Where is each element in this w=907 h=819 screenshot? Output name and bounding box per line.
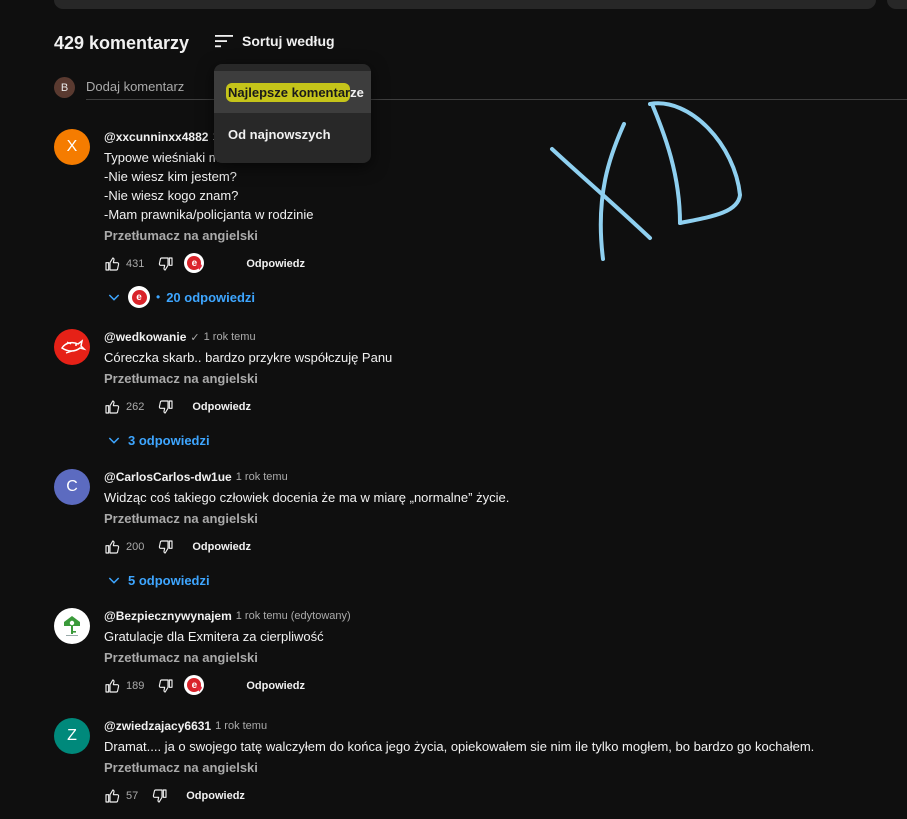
replies-count: 5 odpowiedzi (128, 572, 210, 588)
comment-author[interactable]: @wedkowanie (104, 330, 186, 344)
dislike-icon[interactable] (158, 256, 174, 272)
replies-count: 3 odpowiedzi (128, 432, 210, 448)
fish-logo-icon (60, 339, 87, 354)
creator-avatar-letter: e (131, 289, 147, 305)
highlighted-text: Najlepsze komentar (226, 82, 351, 102)
house-key-logo-icon (64, 616, 80, 636)
comment-avatar[interactable]: C (54, 469, 90, 505)
search-bar-remnant (54, 0, 876, 9)
like-count: 189 (126, 680, 145, 692)
add-comment-input[interactable]: Dodaj komentarz (86, 79, 184, 94)
verified-icon: ✓ (190, 331, 200, 344)
dislike-icon[interactable] (158, 399, 174, 415)
comment-text: Widząc coś takiego człowiek docenia że m… (104, 490, 510, 505)
comment-time[interactable]: 1 rok temu (215, 720, 267, 732)
reply-button[interactable]: Odpowiedz (192, 401, 251, 413)
sort-option-top-comments[interactable]: Najlepsze komentar ze (214, 71, 371, 113)
reply-button[interactable]: Odpowiedz (246, 258, 305, 270)
reply-button[interactable]: Odpowiedz (186, 790, 245, 802)
top-right-button-remnant (887, 0, 907, 9)
dislike-icon[interactable] (158, 678, 174, 694)
current-user-avatar: B (54, 77, 75, 98)
comment-author[interactable]: @Bezpiecznywynajem (104, 609, 232, 623)
like-icon[interactable] (104, 539, 120, 555)
reply-button[interactable]: Odpowiedz (192, 541, 251, 553)
view-replies-button[interactable]: 3 odpowiedzi (106, 429, 864, 451)
comments-count: 429 komentarzy (54, 33, 190, 53)
sort-button[interactable]: Sortuj według (214, 31, 335, 51)
translate-link[interactable]: Przetłumacz na angielski (104, 650, 864, 665)
add-comment-underline (86, 99, 907, 100)
like-icon[interactable] (104, 678, 120, 694)
chevron-down-icon (108, 437, 120, 444)
separator-dot: • (156, 290, 161, 304)
heart-icon: ♥ (196, 262, 203, 273)
comment-text: Dramat.... ja o swojego tatę walczyłem d… (104, 739, 815, 754)
translate-link[interactable]: Przetłumacz na angielski (104, 371, 864, 386)
sort-dropdown-menu: Najlepsze komentar ze Od najnowszych (214, 64, 371, 163)
comment-time[interactable]: 1 rok temu (236, 471, 288, 483)
heart-icon: ♥ (196, 684, 203, 695)
like-count: 262 (126, 401, 145, 413)
sort-option-newest[interactable]: Od najnowszych (214, 113, 371, 155)
chevron-down-icon (108, 577, 120, 584)
like-icon[interactable] (104, 399, 120, 415)
translate-link[interactable]: Przetłumacz na angielski (104, 511, 864, 526)
like-count: 431 (126, 258, 145, 270)
translate-link[interactable]: Przetłumacz na angielski (104, 760, 864, 775)
comment-text: Córeczka skarb.. bardzo przykre współczu… (104, 350, 393, 365)
comment-author[interactable]: @xxcunninxx4882 (104, 130, 208, 144)
sort-icon (215, 35, 233, 48)
view-replies-button[interactable]: e • 20 odpowiedzi (106, 286, 864, 308)
reply-button[interactable]: Odpowiedz (246, 680, 305, 692)
creator-heart-badge: e ♥ (184, 675, 206, 697)
translate-link[interactable]: Przetłumacz na angielski (104, 228, 864, 243)
like-icon[interactable] (104, 256, 120, 272)
replies-count: 20 odpowiedzi (166, 289, 256, 305)
chevron-down-icon (108, 294, 120, 301)
like-count: 200 (126, 541, 145, 553)
comment-avatar[interactable] (54, 608, 90, 644)
comment-avatar[interactable]: X (54, 129, 90, 165)
like-count: 57 (126, 790, 139, 802)
dislike-icon[interactable] (152, 788, 168, 804)
comment-text: Gratulacje dla Exmitera za cierpliwość (104, 629, 324, 644)
option-label-rest: ze (350, 84, 364, 100)
creator-heart-badge: e ♥ (184, 253, 206, 275)
comment-avatar[interactable]: Z (54, 718, 90, 754)
view-replies-button[interactable]: 5 odpowiedzi (106, 569, 864, 591)
comment-avatar[interactable] (54, 329, 90, 365)
comment-time[interactable]: 1 rok temu (edytowany) (236, 610, 351, 622)
dislike-icon[interactable] (158, 539, 174, 555)
comment-author[interactable]: @zwiedzajacy6631 (104, 719, 211, 733)
creator-reply-avatar: e (128, 286, 150, 308)
like-icon[interactable] (104, 788, 120, 804)
comment-author[interactable]: @CarlosCarlos-dw1ue (104, 470, 232, 484)
sort-label: Sortuj według (242, 33, 335, 49)
comment-time[interactable]: 1 rok temu (204, 331, 256, 343)
